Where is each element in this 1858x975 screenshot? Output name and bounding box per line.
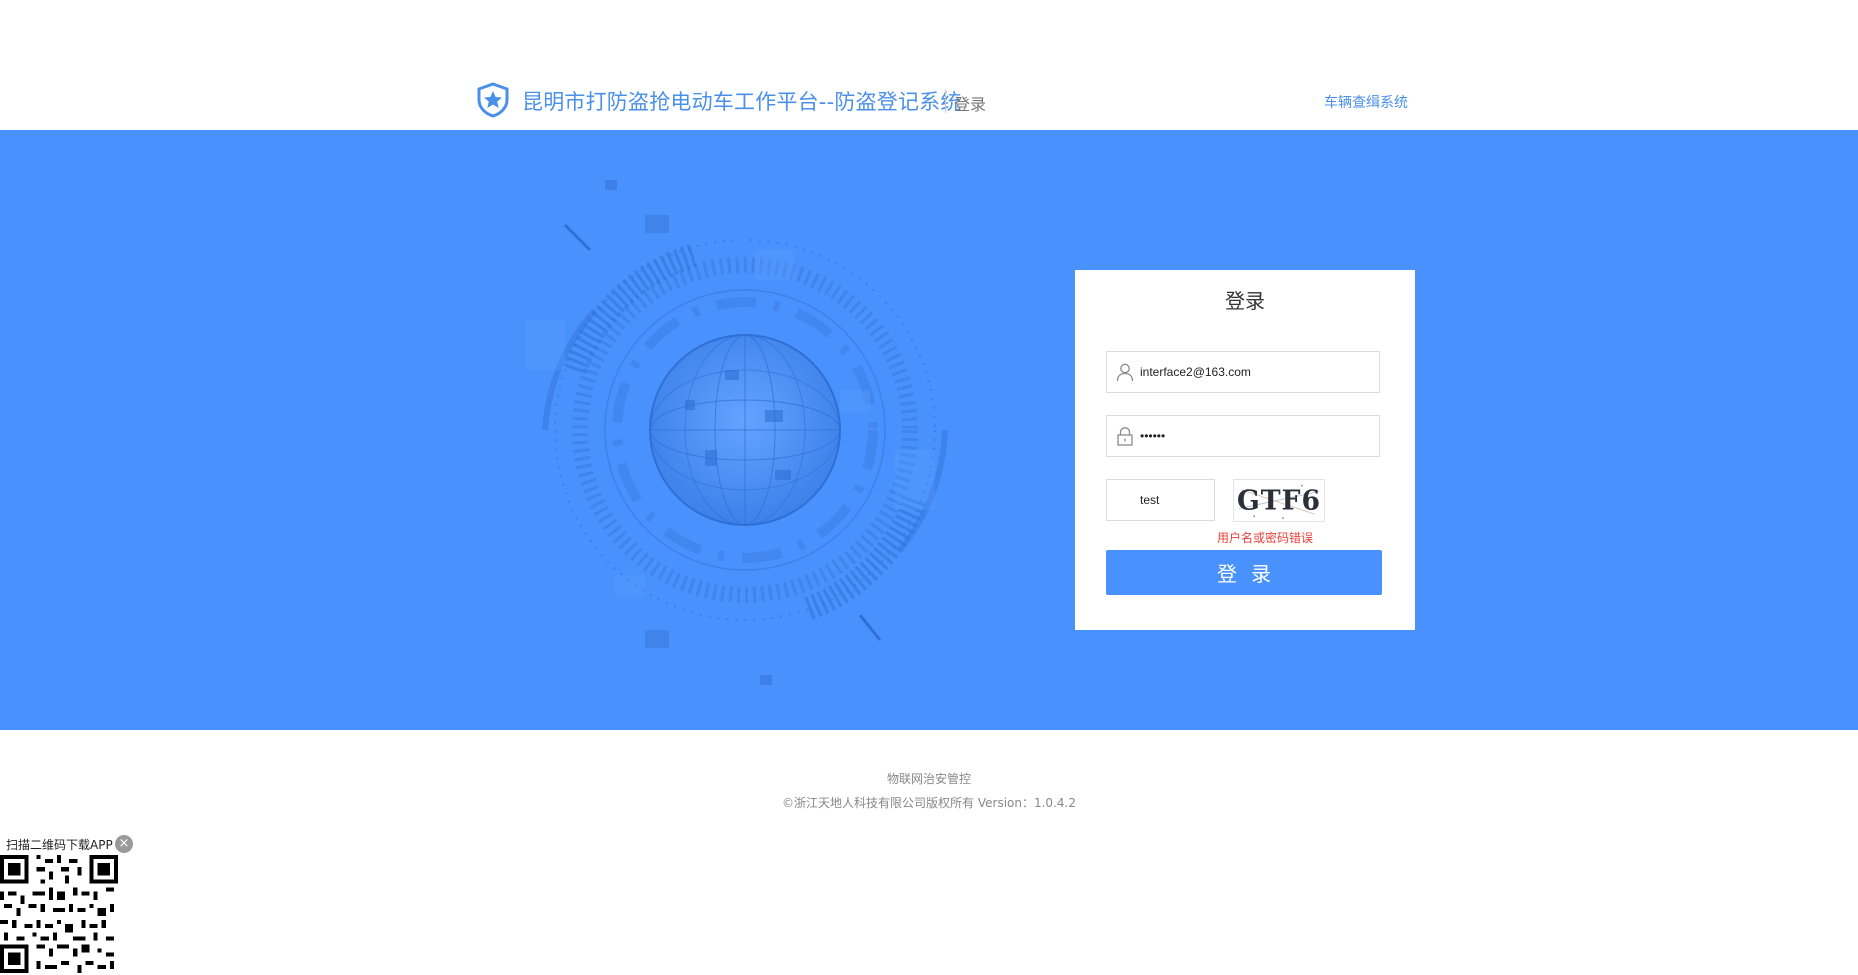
qr-label: 扫描二维码下载APP [6,838,113,852]
close-icon[interactable]: × [115,835,133,853]
captcha-input[interactable] [1140,480,1210,520]
captcha-field[interactable] [1106,479,1215,521]
vehicle-search-link[interactable]: 车辆查缉系统 [1324,92,1408,112]
app-title: 昆明市打防盗抢电动车工作平台--防盗登记系统 [522,90,962,114]
page-header: 昆明市打防盗抢电动车工作平台--防盗登记系统 登录 车辆查缉系统 [0,0,1858,130]
captcha-image[interactable]: GTF6 [1233,479,1325,522]
username-input[interactable] [1140,352,1375,392]
user-icon [1116,363,1134,382]
username-field[interactable] [1106,351,1380,393]
error-message: 用户名或密码错误 [1216,531,1313,545]
footer-copyright: ©浙江天地人科技有限公司版权所有 Version：1.0.4.2 [782,796,1076,810]
login-title: 登录 [1225,289,1265,313]
qr-download-widget: 扫描二维码下载APP × [0,835,135,975]
title-divider [945,89,946,113]
password-field[interactable] [1106,415,1380,457]
login-button[interactable]: 登录 [1106,550,1382,595]
lock-icon [1117,427,1133,446]
captcha-text: GTF6 [1237,486,1321,517]
shield-star-icon [477,82,509,118]
qr-code-icon [0,855,118,973]
globe-illustration [525,180,948,685]
login-card: 登录 GTF6 用户名或密码错误 [1075,270,1415,630]
footer-brand: 物联网治安管控 [886,772,971,786]
login-banner: 登录 GTF6 用户名或密码错误 [0,130,1858,730]
page-label: 登录 [954,95,987,114]
password-input[interactable] [1140,416,1375,456]
